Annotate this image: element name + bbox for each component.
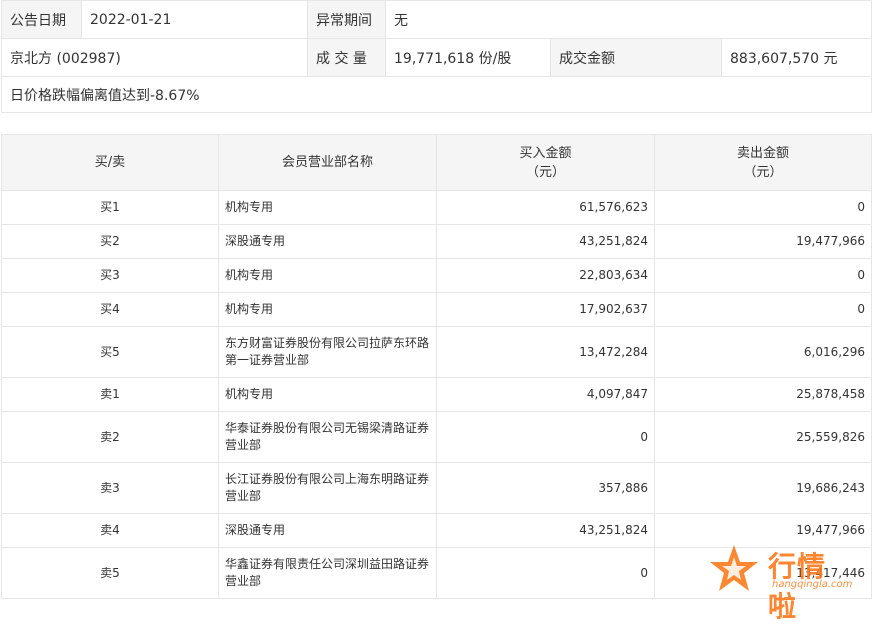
- row-broker: 机构专用: [218, 258, 437, 293]
- row-sell-amount: 0: [654, 190, 872, 225]
- volume-label: 成 交 量: [307, 38, 386, 77]
- turnover-label: 成交金额: [550, 38, 722, 77]
- table-row: 卖5 华鑫证券有限责任公司深圳益田路证券营业部 0 13,417,446: [1, 547, 872, 599]
- deviation-text: 日价格跌幅偏离值达到-8.67%: [0, 76, 873, 113]
- row-sell-amount: 25,559,826: [654, 411, 872, 463]
- row-sell-amount: 13,417,446: [654, 547, 872, 599]
- stock-name: 京北方 (002987): [1, 38, 308, 77]
- stock-info-table: 公告日期 2022-01-21 异常期间 无 京北方 (002987) 成 交 …: [0, 0, 873, 113]
- row-buy-amount: 0: [436, 547, 655, 599]
- row-buy-amount: 4,097,847: [436, 377, 655, 412]
- row-buy-amount: 43,251,824: [436, 513, 655, 548]
- row-side: 卖3: [1, 462, 219, 514]
- row-broker: 深股通专用: [218, 513, 437, 548]
- row-broker: 机构专用: [218, 190, 437, 225]
- header-side: 买/卖: [1, 134, 219, 191]
- info-row: 公告日期 2022-01-21 异常期间 无: [1, 0, 873, 39]
- row-sell-amount: 0: [654, 258, 872, 293]
- header-buy-amount-unit: （元）: [525, 164, 565, 180]
- table-row: 买2 深股通专用 43,251,824 19,477,966: [1, 224, 872, 259]
- row-side: 买3: [1, 258, 219, 293]
- volume-value: 19,771,618 份/股: [385, 38, 551, 77]
- row-side: 卖1: [1, 377, 219, 412]
- row-sell-amount: 19,477,966: [654, 224, 872, 259]
- announce-date-value: 2022-01-21: [81, 0, 308, 39]
- row-side: 买4: [1, 292, 219, 327]
- row-broker: 长江证券股份有限公司上海东明路证券营业部: [218, 462, 437, 514]
- header-buy-amount-title: 买入金额: [519, 145, 572, 161]
- row-buy-amount: 61,576,623: [436, 190, 655, 225]
- header-sell-amount-title: 卖出金额: [736, 145, 789, 161]
- row-buy-amount: 22,803,634: [436, 258, 655, 293]
- row-side: 买1: [1, 190, 219, 225]
- table-row: 买1 机构专用 61,576,623 0: [1, 190, 872, 225]
- row-buy-amount: 357,886: [436, 462, 655, 514]
- row-buy-amount: 13,472,284: [436, 326, 655, 378]
- table-row: 买4 机构专用 17,902,637 0: [1, 292, 872, 327]
- table-row: 卖4 深股通专用 43,251,824 19,477,966: [1, 513, 872, 548]
- row-sell-amount: 25,878,458: [654, 377, 872, 412]
- row-broker: 东方财富证券股份有限公司拉萨东环路第一证券营业部: [218, 326, 437, 378]
- row-buy-amount: 0: [436, 411, 655, 463]
- row-broker: 机构专用: [218, 292, 437, 327]
- info-row: 日价格跌幅偏离值达到-8.67%: [0, 76, 873, 113]
- header-buy-amount: 买入金额 （元）: [436, 134, 655, 191]
- row-side: 买5: [1, 326, 219, 378]
- table-row: 买5 东方财富证券股份有限公司拉萨东环路第一证券营业部 13,472,284 6…: [1, 326, 872, 378]
- abnormal-period-value: 无: [384, 0, 873, 39]
- table-row: 卖1 机构专用 4,097,847 25,878,458: [1, 377, 872, 412]
- row-sell-amount: 6,016,296: [654, 326, 872, 378]
- abnormal-period-label: 异常期间: [307, 0, 386, 39]
- info-row: 京北方 (002987) 成 交 量 19,771,618 份/股 成交金额 8…: [1, 38, 873, 77]
- row-sell-amount: 19,686,243: [654, 462, 872, 514]
- table-header-row: 买/卖 会员营业部名称 买入金额 （元） 卖出金额 （元）: [1, 134, 872, 191]
- row-side: 卖2: [1, 411, 219, 463]
- table-row: 卖3 长江证券股份有限公司上海东明路证券营业部 357,886 19,686,2…: [1, 462, 872, 514]
- row-side: 买2: [1, 224, 219, 259]
- header-sell-amount-unit: （元）: [743, 164, 783, 180]
- row-broker: 华泰证券股份有限公司无锡梁清路证券营业部: [218, 411, 437, 463]
- row-side: 卖5: [1, 547, 219, 599]
- trade-table: 买/卖 会员营业部名称 买入金额 （元） 卖出金额 （元） 买1 机构专用 61…: [1, 134, 872, 599]
- table-row: 卖2 华泰证券股份有限公司无锡梁清路证券营业部 0 25,559,826: [1, 411, 872, 463]
- row-broker: 深股通专用: [218, 224, 437, 259]
- header-sell-amount: 卖出金额 （元）: [654, 134, 872, 191]
- row-buy-amount: 43,251,824: [436, 224, 655, 259]
- row-buy-amount: 17,902,637: [436, 292, 655, 327]
- row-sell-amount: 0: [654, 292, 872, 327]
- header-broker: 会员营业部名称: [218, 134, 437, 191]
- table-row: 买3 机构专用 22,803,634 0: [1, 258, 872, 293]
- row-broker: 华鑫证券有限责任公司深圳益田路证券营业部: [218, 547, 437, 599]
- announce-date-label: 公告日期: [1, 0, 82, 39]
- turnover-value: 883,607,570 元: [720, 38, 873, 77]
- row-side: 卖4: [1, 513, 219, 548]
- row-broker: 机构专用: [218, 377, 437, 412]
- row-sell-amount: 19,477,966: [654, 513, 872, 548]
